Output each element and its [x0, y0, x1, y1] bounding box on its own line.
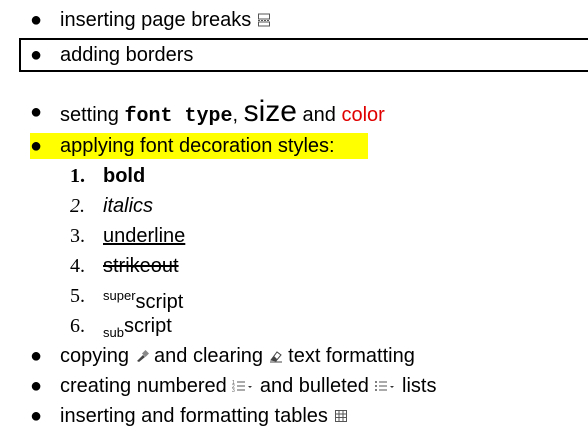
bullet: ●: [30, 44, 43, 66]
list-item-tables: ● inserting and formatting tables: [0, 401, 588, 431]
style-item-subscript: 6. subscript: [0, 311, 588, 341]
bullet: ●: [30, 9, 43, 31]
text-formatting: text formatting: [282, 345, 415, 367]
svg-text:3: 3: [232, 388, 235, 393]
list-item-label: applying font decoration styles:: [60, 135, 335, 157]
list-item-borders: ● adding borders: [21, 40, 588, 70]
list-item-copying: ● copying and clearing text formatting: [0, 341, 588, 371]
bullet: ●: [30, 375, 43, 397]
text-font-type: font type: [124, 105, 233, 128]
list-number: 2.: [70, 195, 85, 217]
bullet: ●: [30, 405, 43, 427]
style-item-strikeout: 4. strikeout: [0, 251, 588, 281]
text-clearing: and clearing: [148, 345, 269, 367]
table-icon: [334, 402, 348, 432]
superscript-text: super: [103, 288, 136, 303]
list-item-page-breaks: ● inserting page breaks: [0, 5, 588, 35]
list-item-lists: ● creating numbered 123 and bulleted lis…: [0, 371, 588, 401]
text-copying: copying: [60, 345, 135, 367]
list-item-label: adding borders: [60, 44, 194, 66]
style-item-italics: 2. italics: [0, 191, 588, 221]
eraser-icon: [269, 342, 283, 372]
page-break-icon: [257, 6, 271, 36]
bullet: ●: [30, 101, 43, 123]
bordered-item: ● adding borders: [19, 38, 588, 72]
list-item-label: inserting page breaks: [60, 9, 252, 31]
subscript-text: sub: [103, 325, 124, 340]
bullet: ●: [30, 135, 43, 157]
list-item-decoration: ● applying font decoration styles:: [0, 131, 588, 161]
text-bulleted: and bulleted: [254, 375, 375, 397]
text-comma: ,: [232, 104, 244, 126]
text-numbered: creating numbered: [60, 375, 233, 397]
list-number: 1.: [70, 165, 85, 187]
list-number: 6.: [70, 315, 85, 337]
text-and: and: [297, 104, 342, 126]
list-number: 3.: [70, 225, 85, 247]
bulleted-list-icon: [374, 372, 388, 402]
style-item-bold: 1. bold: [0, 161, 588, 191]
style-label: strikeout: [103, 255, 179, 277]
numbered-list-icon: 123: [232, 372, 246, 402]
style-item-superscript: 5. superscript: [0, 281, 588, 313]
text-setting: setting: [60, 104, 125, 126]
style-label: italics: [103, 195, 154, 217]
format-painter-icon: [135, 342, 149, 372]
style-item-underline: 3. underline: [0, 221, 588, 251]
text-size: size: [243, 95, 297, 128]
list-item-label: inserting and formatting tables: [60, 405, 334, 427]
list-item-font: ● setting font type, size and color: [0, 95, 588, 129]
bullet: ●: [30, 345, 43, 367]
style-label: script: [123, 315, 172, 337]
style-label: script: [135, 291, 184, 313]
list-number: 4.: [70, 255, 85, 277]
list-number: 5.: [70, 285, 85, 307]
text-color: color: [341, 104, 385, 126]
style-label: underline: [103, 225, 186, 247]
text-lists: lists: [396, 375, 437, 397]
style-label: bold: [103, 165, 146, 187]
